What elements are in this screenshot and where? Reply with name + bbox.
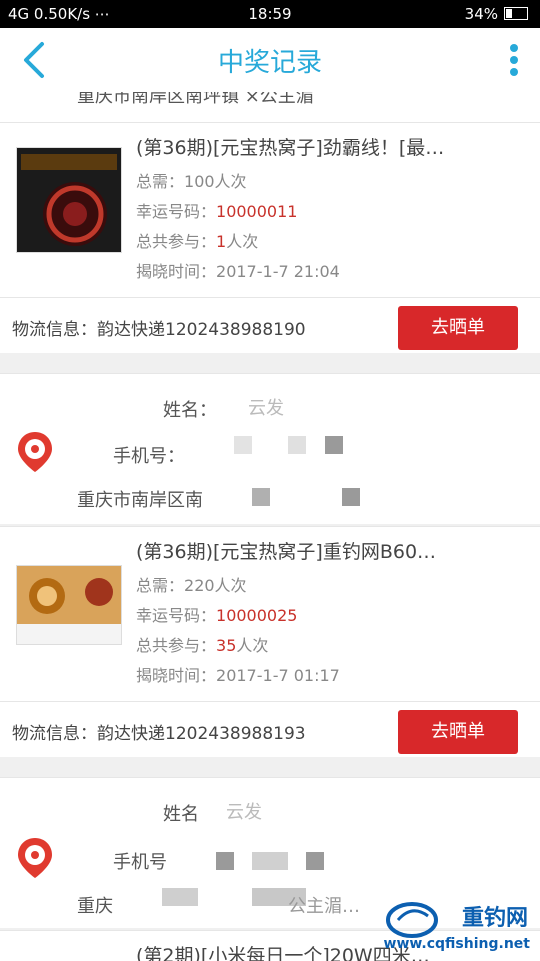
need-value: 100人次 bbox=[184, 172, 247, 191]
status-bar: 4G 0.50K/s ⋯ 18:59 34% bbox=[0, 0, 540, 28]
time-row: 揭晓时间：2017-1-7 21:04 bbox=[136, 258, 340, 282]
need-row: 总需：100人次 bbox=[136, 168, 247, 192]
logistics-info: 物流信息：韵达快递1202438988190 bbox=[12, 320, 306, 340]
location-pin-icon bbox=[18, 432, 52, 472]
prize-title[interactable]: (第36期)[元宝热窝子]劲霸线！[最… bbox=[136, 133, 444, 160]
location-pin-icon bbox=[18, 838, 52, 878]
watermark-url: www.cqfishing.net bbox=[383, 936, 530, 952]
prize-thumbnail bbox=[16, 565, 122, 645]
time-label: 揭晓时间： bbox=[136, 666, 217, 685]
blurred-phone bbox=[216, 852, 234, 870]
need-row: 总需：220人次 bbox=[136, 572, 247, 596]
battery-icon bbox=[504, 7, 528, 20]
join-unit: 人次 bbox=[226, 232, 259, 251]
divider bbox=[0, 353, 540, 373]
receiver-address: 重庆市南岸区南 bbox=[77, 490, 203, 511]
join-row: 总共参与：1人次 bbox=[136, 228, 258, 252]
page-title: 中奖记录 bbox=[217, 48, 322, 78]
share-order-button[interactable]: 去晒单 bbox=[398, 710, 518, 754]
reveal-time: 2017-1-7 01:17 bbox=[216, 666, 340, 685]
blurred-address bbox=[342, 488, 360, 506]
lucky-number: 10000011 bbox=[216, 202, 298, 221]
receiver-name-label: 姓名： bbox=[163, 400, 217, 421]
join-count: 1 bbox=[216, 232, 227, 251]
address-text: 重庆市南岸区南坪镇 ×公主湄 bbox=[77, 92, 314, 107]
lucky-label: 幸运号码： bbox=[136, 202, 217, 221]
receiver-name-label: 姓名 bbox=[163, 804, 199, 825]
clock: 18:59 bbox=[248, 5, 292, 23]
blurred-phone bbox=[234, 436, 252, 454]
lucky-row: 幸运号码：10000011 bbox=[136, 198, 297, 222]
blurred-address bbox=[162, 888, 198, 906]
lucky-number: 10000025 bbox=[216, 606, 298, 625]
join-label: 总共参与： bbox=[136, 232, 217, 251]
address-card: 姓名： 云发 手机号： 重庆市南岸区南 bbox=[0, 373, 540, 524]
reveal-time: 2017-1-7 21:04 bbox=[216, 262, 340, 281]
lucky-label: 幸运号码： bbox=[136, 606, 217, 625]
blurred-address bbox=[252, 488, 270, 506]
logistics-row: 物流信息：韵达快递1202438988193 去晒单 bbox=[0, 701, 540, 758]
battery-percent: 34% bbox=[464, 5, 498, 23]
share-order-button[interactable]: 去晒单 bbox=[398, 306, 518, 350]
join-row: 总共参与：35人次 bbox=[136, 632, 268, 656]
blurred-phone bbox=[288, 436, 306, 454]
receiver-name: 云发 bbox=[226, 802, 262, 823]
need-label: 总需： bbox=[136, 172, 185, 191]
need-value: 220人次 bbox=[184, 576, 247, 595]
address-cut: 重庆市南岸区南坪镇 ×公主湄 bbox=[0, 92, 540, 122]
join-unit: 人次 bbox=[236, 636, 269, 655]
battery-status: 34% bbox=[465, 5, 528, 23]
receiver-address-tail: 公主湄… bbox=[288, 896, 360, 917]
join-count: 35 bbox=[216, 636, 237, 655]
need-label: 总需： bbox=[136, 576, 185, 595]
blurred-phone bbox=[252, 852, 288, 870]
prize-card[interactable]: (第36期)[元宝热窝子]劲霸线！[最… 总需：100人次 幸运号码：10000… bbox=[0, 122, 540, 298]
divider bbox=[0, 757, 540, 777]
receiver-phone-label: 手机号： bbox=[113, 446, 185, 467]
blurred-phone bbox=[306, 852, 324, 870]
prize-title[interactable]: (第36期)[元宝热窝子]重钓网B60… bbox=[136, 537, 436, 564]
blurred-phone bbox=[325, 436, 343, 454]
join-label: 总共参与： bbox=[136, 636, 217, 655]
fishing-reel-image bbox=[17, 566, 121, 644]
logistics-row: 物流信息：韵达快递1202438988190 去晒单 bbox=[0, 297, 540, 354]
nav-bar: 中奖记录 bbox=[0, 28, 540, 93]
prize-thumbnail bbox=[16, 147, 122, 253]
fishing-line-image bbox=[17, 148, 121, 252]
time-row: 揭晓时间：2017-1-7 01:17 bbox=[136, 662, 340, 686]
logistics-info: 物流信息：韵达快递1202438988193 bbox=[12, 724, 306, 744]
receiver-phone-label: 手机号 bbox=[113, 852, 167, 873]
time-label: 揭晓时间： bbox=[136, 262, 217, 281]
prize-card[interactable]: (第36期)[元宝热窝子]重钓网B60… 总需：220人次 幸运号码：10000… bbox=[0, 526, 540, 702]
receiver-name: 云发 bbox=[248, 398, 284, 419]
lucky-row: 幸运号码：10000025 bbox=[136, 602, 297, 626]
more-menu-icon[interactable] bbox=[506, 40, 522, 80]
receiver-address: 重庆 bbox=[77, 896, 113, 917]
watermark-brand: 重钓网 bbox=[461, 906, 528, 931]
